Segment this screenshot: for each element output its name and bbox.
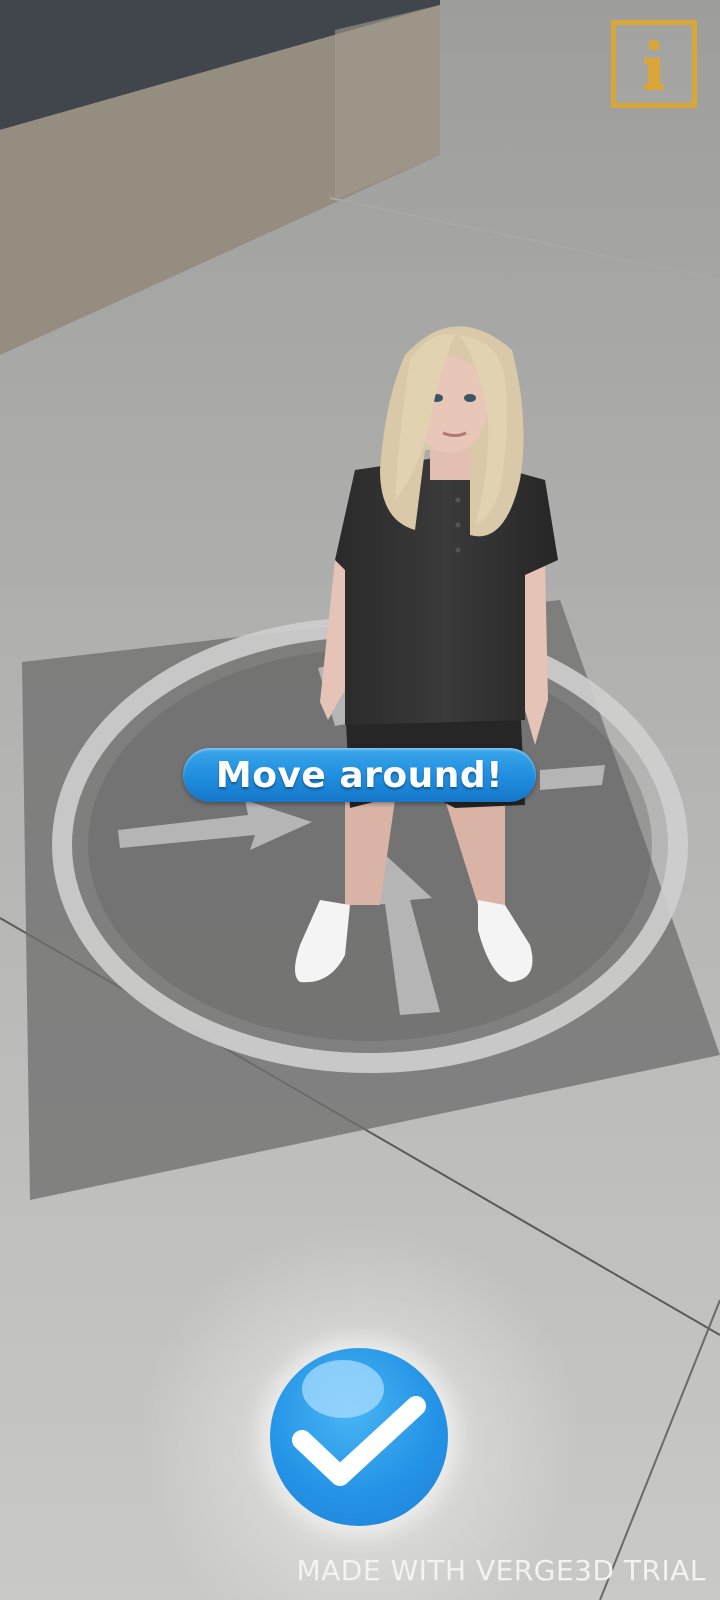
move-around-hint: Move around! xyxy=(183,748,536,802)
info-icon xyxy=(644,39,664,90)
verge3d-watermark: MADE WITH VERGE3D TRIAL xyxy=(296,1554,706,1587)
confirm-placement-button[interactable] xyxy=(270,1348,448,1526)
info-button[interactable] xyxy=(611,20,697,108)
checkmark-icon xyxy=(292,1396,426,1486)
